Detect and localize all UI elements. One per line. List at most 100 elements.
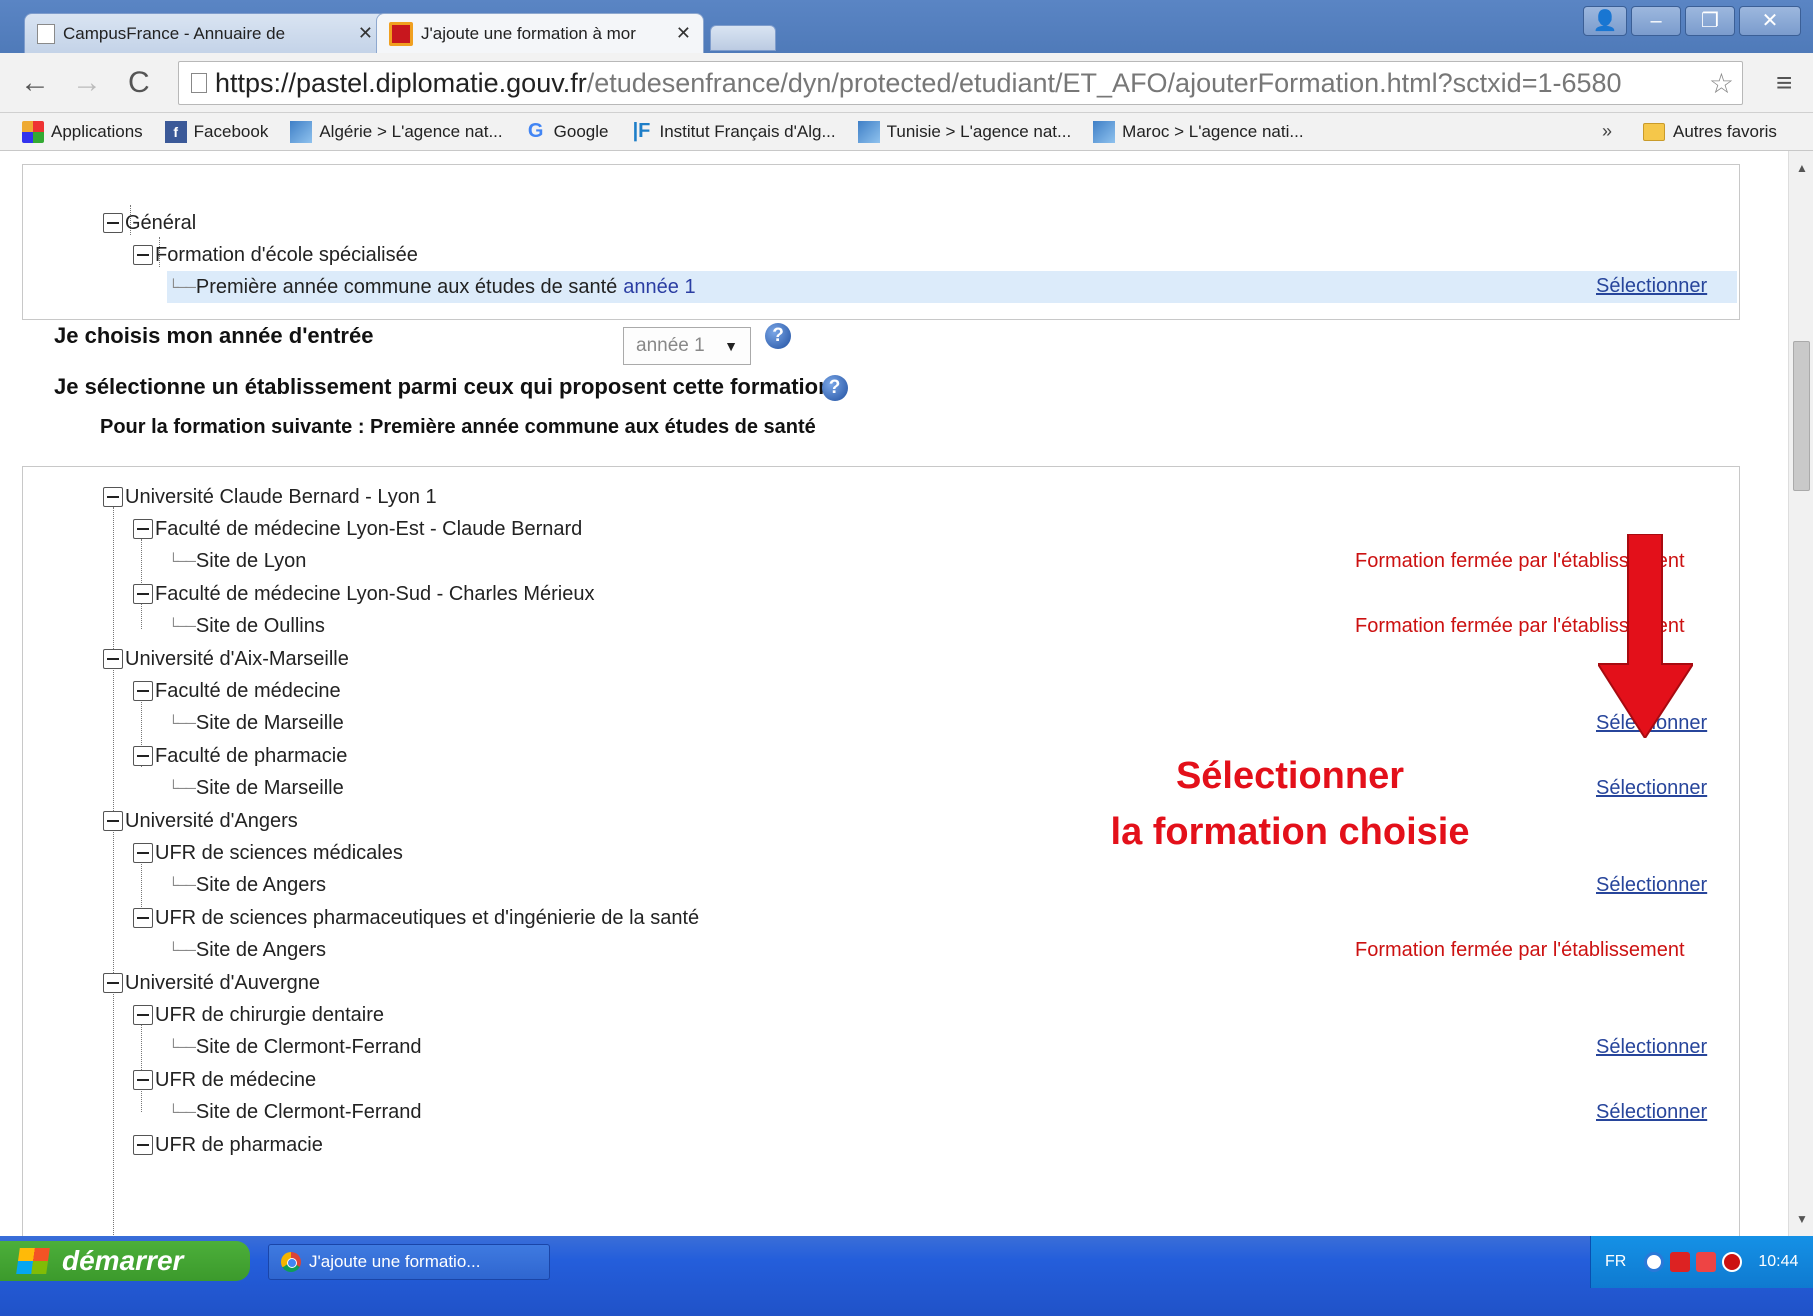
collapse-icon[interactable] bbox=[133, 681, 153, 701]
tree-line: └── bbox=[168, 278, 196, 296]
back-icon[interactable]: ← bbox=[20, 63, 50, 103]
bookmark-maroc[interactable]: Maroc > L'agence nati... bbox=[1093, 120, 1304, 143]
collapse-icon[interactable] bbox=[103, 973, 123, 993]
facebook-icon: f bbox=[164, 120, 187, 143]
heading-text: Je sélectionne un établissement parmi ce… bbox=[54, 374, 832, 399]
tree-node-faculte: Faculté de pharmacie bbox=[133, 740, 347, 772]
collapse-icon[interactable] bbox=[103, 487, 123, 507]
tree-label: Formation d'école spécialisée bbox=[155, 243, 418, 266]
collapse-icon[interactable] bbox=[133, 746, 153, 766]
select-link[interactable]: Sélectionner bbox=[1596, 1101, 1707, 1124]
tree-label: Général bbox=[125, 211, 197, 234]
antivirus-icon[interactable] bbox=[1722, 1252, 1743, 1272]
scroll-down-icon[interactable]: ▼ bbox=[1796, 1212, 1808, 1226]
collapse-icon[interactable] bbox=[133, 1005, 153, 1025]
reload-icon[interactable]: C bbox=[128, 63, 150, 103]
collapse-icon[interactable] bbox=[133, 908, 153, 928]
close-window-button[interactable]: ✕ bbox=[1739, 6, 1801, 36]
tree-node-faculte: Faculté de médecine bbox=[133, 675, 341, 707]
tree-leaf-site: └── Site de Clermont-Ferrand bbox=[168, 1096, 422, 1128]
bookmark-algerie[interactable]: Algérie > L'agence nat... bbox=[290, 120, 503, 143]
tree-label: Université d'Auvergne bbox=[125, 971, 321, 994]
tree-node-universite: Université d'Aix-Marseille bbox=[103, 643, 349, 675]
select-link[interactable]: Sélectionner bbox=[1596, 874, 1707, 897]
tree-leaf-site: └── Site de Lyon bbox=[168, 545, 306, 577]
tree-node-ecole-specialisee: Formation d'école spécialisée bbox=[133, 239, 418, 271]
help-icon[interactable]: ? bbox=[765, 323, 791, 349]
other-bookmarks[interactable]: Autres favoris bbox=[1643, 122, 1777, 142]
scroll-up-icon[interactable]: ▲ bbox=[1796, 161, 1808, 175]
collapse-icon[interactable] bbox=[133, 843, 153, 863]
tree-label: Site de Clermont-Ferrand bbox=[195, 1035, 422, 1058]
bookmark-label: Algérie > L'agence nat... bbox=[319, 121, 503, 141]
tree-label: Université d'Angers bbox=[125, 809, 298, 832]
bookmark-institut-francais[interactable]: |F Institut Français d'Alg... bbox=[630, 120, 836, 143]
tree-label: UFR de pharmacie bbox=[155, 1133, 323, 1156]
for-formation-label: Pour la formation suivante : Première an… bbox=[100, 416, 816, 438]
window-controls: 👤 – ❐ ✕ bbox=[1579, 6, 1801, 36]
year-select[interactable]: année 1 ▼ bbox=[623, 327, 751, 365]
url-text: https://pastel.diplomatie.gouv.fr/etudes… bbox=[215, 67, 1622, 98]
flag-icon bbox=[1093, 120, 1116, 143]
tree-node-ufr: UFR de médecine bbox=[133, 1064, 316, 1096]
collapse-icon[interactable] bbox=[103, 213, 123, 233]
flag-icon bbox=[290, 120, 313, 143]
taskbar-chrome-item[interactable]: J'ajoute une formatio... bbox=[268, 1244, 550, 1280]
close-icon[interactable]: ✕ bbox=[676, 23, 691, 44]
select-link[interactable]: Sélectionner bbox=[1596, 1036, 1707, 1059]
tree-label: UFR de sciences médicales bbox=[155, 841, 403, 864]
folder-icon bbox=[1643, 122, 1665, 141]
tree-leaf-site: └── Site de Angers bbox=[168, 934, 326, 966]
task-label: J'ajoute une formatio... bbox=[309, 1252, 481, 1271]
windows-logo-icon bbox=[16, 1248, 50, 1274]
tab-title: CampusFrance - Annuaire de bbox=[63, 23, 286, 43]
address-bar[interactable]: https://pastel.diplomatie.gouv.fr/etudes… bbox=[178, 61, 1743, 105]
network-icon[interactable] bbox=[1644, 1252, 1665, 1272]
browser-toolbar: ← → C https://pastel.diplomatie.gouv.fr/… bbox=[0, 53, 1813, 113]
bookmark-tunisie[interactable]: Tunisie > L'agence nat... bbox=[857, 120, 1071, 143]
close-icon[interactable]: ✕ bbox=[358, 23, 373, 44]
select-link[interactable]: Sélectionner bbox=[1596, 777, 1707, 800]
flag-icon[interactable] bbox=[1696, 1252, 1717, 1272]
maximize-button[interactable]: ❐ bbox=[1685, 6, 1735, 36]
user-icon[interactable]: 👤 bbox=[1583, 6, 1627, 36]
tree-line: └── bbox=[168, 714, 196, 732]
tree-line: └── bbox=[168, 876, 196, 894]
tree-node-universite: Université Claude Bernard - Lyon 1 bbox=[103, 481, 437, 513]
collapse-icon[interactable] bbox=[133, 1135, 153, 1155]
tree-line: └── bbox=[168, 779, 196, 797]
collapse-icon[interactable] bbox=[133, 1070, 153, 1090]
page-scrollbar[interactable]: ▲ ▼ bbox=[1788, 151, 1813, 1236]
formation-tree: Général Formation d'école spécialisée └─… bbox=[22, 164, 1740, 320]
help-icon[interactable]: ? bbox=[821, 375, 848, 402]
bookmark-label: Google bbox=[553, 121, 609, 141]
collapse-icon[interactable] bbox=[103, 811, 123, 831]
bookmark-facebook[interactable]: f Facebook bbox=[164, 120, 268, 143]
forward-icon[interactable]: → bbox=[72, 63, 102, 103]
collapse-icon[interactable] bbox=[103, 649, 123, 669]
star-icon[interactable]: ☆ bbox=[1709, 67, 1734, 100]
page-icon bbox=[37, 23, 55, 44]
new-tab-button[interactable] bbox=[710, 25, 776, 51]
bookmark-google[interactable]: G Google bbox=[525, 120, 609, 143]
campusfrance-icon bbox=[389, 21, 413, 46]
scroll-thumb[interactable] bbox=[1793, 341, 1810, 491]
collapse-icon[interactable] bbox=[133, 584, 153, 604]
security-icon[interactable] bbox=[1670, 1252, 1691, 1272]
collapse-icon[interactable] bbox=[133, 245, 153, 265]
google-icon: G bbox=[527, 120, 544, 142]
closed-status: Formation fermée par l'établissement bbox=[1355, 939, 1685, 961]
tree-node-universite: Université d'Angers bbox=[103, 805, 298, 837]
bookmarks-bar: Applications f Facebook Algérie > L'agenc… bbox=[0, 113, 1813, 151]
start-button[interactable]: démarrer bbox=[0, 1241, 250, 1281]
bookmark-applications[interactable]: Applications bbox=[22, 120, 143, 143]
select-formation-link[interactable]: Sélectionner bbox=[1596, 275, 1707, 298]
minimize-button[interactable]: – bbox=[1631, 6, 1681, 36]
year-label: Je choisis mon année d'entrée bbox=[54, 323, 374, 348]
tab-campusfrance[interactable]: CampusFrance - Annuaire de ✕ bbox=[24, 13, 386, 53]
menu-icon[interactable]: ≡ bbox=[1776, 67, 1792, 99]
more-bookmarks-icon[interactable]: » bbox=[1602, 121, 1612, 142]
language-indicator[interactable]: FR bbox=[1605, 1253, 1626, 1271]
tab-ajouter-formation[interactable]: J'ajoute une formation à mor ✕ bbox=[376, 13, 704, 53]
collapse-icon[interactable] bbox=[133, 519, 153, 539]
